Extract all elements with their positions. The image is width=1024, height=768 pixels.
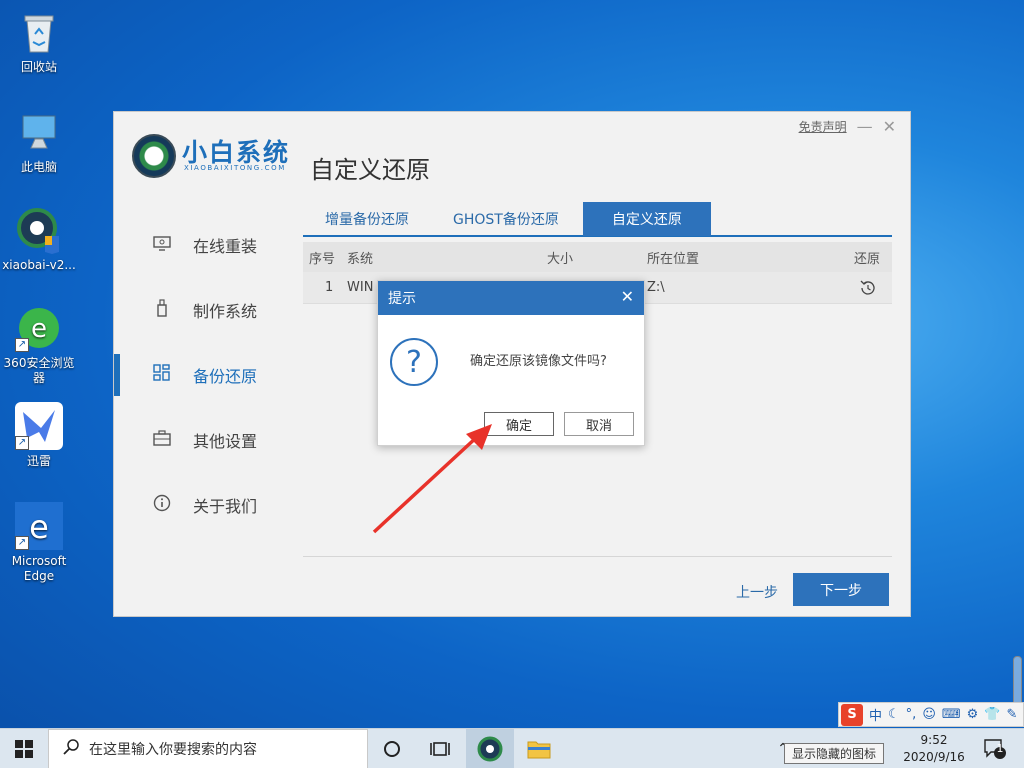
sidebar-item-label: 其他设置 (193, 431, 258, 451)
minimize-button[interactable]: — (857, 117, 873, 136)
dialog-message: 确定还原该镜像文件吗? (470, 354, 607, 369)
close-button[interactable]: ✕ (883, 117, 896, 136)
desktop-icon-label: 此电脑 (20, 160, 57, 174)
brand-url: XIAOBAIXITONG.COM (184, 164, 286, 172)
shortcut-arrow-icon: ↗ (15, 436, 29, 450)
header-seq: 序号 (309, 251, 336, 267)
emoji-icon[interactable]: ☺ (922, 707, 936, 722)
disclaimer-link[interactable]: 免责声明 (799, 118, 847, 135)
sidebar-item-label: 在线重装 (193, 236, 258, 256)
sidebar-nav: 在线重装 制作系统 备份还原 其他设置 关于我们 (114, 212, 304, 537)
tab-custom-restore[interactable]: 自定义还原 (582, 202, 711, 236)
search-icon (63, 739, 79, 759)
action-center-button[interactable]: 1 (980, 729, 1010, 768)
punctuation-icon[interactable]: °, (906, 707, 917, 722)
recycle-bin-icon (15, 8, 63, 56)
taskbar-search-box[interactable]: 在这里输入你要搜索的内容 (48, 729, 368, 768)
ime-toolbar[interactable]: S 中 ☾ °, ☺ ⌨ ⚙ 👕 ✎ (838, 702, 1024, 727)
tab-bar: 增量备份还原 GHOST备份还原 自定义还原 (303, 202, 892, 237)
desktop-icon-label: 迅雷 (26, 454, 51, 468)
cortana-button[interactable] (368, 729, 416, 768)
edge-icon: e ↗ (15, 502, 63, 550)
dialog-header: 提示 ✕ (378, 281, 644, 315)
sidebar-item-other-settings[interactable]: 其他设置 (114, 407, 304, 472)
xunlei-icon: ↗ (15, 402, 63, 450)
tools-icon[interactable]: ⚙ (967, 707, 979, 722)
sogou-icon: S (841, 703, 863, 726)
annotation-arrow-icon (372, 424, 492, 534)
clock-time: 9:52 (920, 733, 948, 747)
desktop-icon-recycle-bin[interactable]: 回收站 (2, 8, 76, 75)
moon-icon[interactable]: ☾ (888, 707, 900, 722)
cell-system: WIN (347, 280, 374, 295)
sidebar-item-label: 关于我们 (193, 496, 258, 516)
svg-text:e: e (29, 508, 49, 546)
clock-date: 2020/9/16 (903, 750, 965, 764)
header-size: 大小 (547, 251, 574, 267)
grid-icon (152, 363, 172, 386)
desktop-icon-xunlei[interactable]: ↗ 迅雷 (2, 402, 76, 469)
xiaobai-icon (15, 206, 63, 254)
desktop-icon-360-browser[interactable]: e ↗ 360安全浏览器 (2, 304, 76, 386)
sidebar-item-label: 备份还原 (193, 366, 258, 386)
desktop-icon-edge[interactable]: e ↗ Microsoft Edge (2, 502, 76, 584)
task-view-icon (430, 742, 450, 756)
restore-icon[interactable] (859, 272, 877, 303)
dialog-close-button[interactable]: ✕ (621, 288, 634, 306)
tray-tooltip: 显示隐藏的图标 (784, 743, 885, 764)
desktop-icon-this-pc[interactable]: 此电脑 (2, 108, 76, 175)
header-restore: 还原 (854, 251, 881, 267)
table-header: 序号 系统 大小 所在位置 还原 (303, 242, 892, 272)
taskbar-app-file-explorer[interactable] (515, 729, 563, 768)
search-placeholder: 在这里输入你要搜索的内容 (89, 742, 257, 758)
sidebar-item-about-us[interactable]: 关于我们 (114, 472, 304, 537)
desktop-icon-label: 360安全浏览器 (3, 356, 75, 385)
page-title: 自定义还原 (310, 156, 430, 184)
cortana-icon (384, 741, 400, 757)
shortcut-arrow-icon: ↗ (15, 338, 29, 352)
notification-badge: 1 (996, 742, 1004, 755)
desktop-icon-xiaobai[interactable]: xiaobai-v2... (2, 206, 76, 273)
start-button[interactable] (0, 729, 48, 768)
browser-360-icon: e ↗ (15, 304, 63, 352)
sidebar-item-label: 制作系统 (193, 301, 258, 321)
windows-icon (15, 740, 33, 758)
window-controls: 免责声明 — ✕ (799, 117, 896, 136)
folder-icon (527, 741, 551, 759)
desktop-icon-label: xiaobai-v2... (2, 258, 76, 272)
footer-divider (303, 556, 892, 557)
cancel-button[interactable]: 取消 (564, 412, 634, 436)
dialog-title: 提示 (388, 291, 416, 307)
svg-text:e: e (31, 314, 47, 344)
wrench-icon[interactable]: ✎ (1006, 707, 1017, 722)
sidebar-item-backup-restore[interactable]: 备份还原 (114, 342, 304, 407)
taskbar-app-xiaobai[interactable] (466, 729, 514, 768)
shortcut-arrow-icon: ↗ (15, 536, 29, 550)
prev-step-button[interactable]: 上一步 (736, 582, 778, 602)
xiaobai-logo (132, 134, 176, 178)
computer-icon (15, 108, 63, 156)
cell-location: Z:\ (647, 280, 665, 295)
xiaobai-icon (477, 736, 503, 762)
skin-icon[interactable]: 👕 (984, 707, 1000, 722)
desktop-icon-label: Microsoft Edge (11, 554, 67, 583)
task-view-button[interactable] (416, 729, 464, 768)
monitor-icon (152, 235, 172, 255)
ime-language[interactable]: 中 (869, 705, 882, 724)
tab-ghost-backup[interactable]: GHOST备份还原 (431, 202, 581, 236)
question-icon: ? (390, 338, 438, 386)
sidebar-item-make-system[interactable]: 制作系统 (114, 277, 304, 342)
sidebar-item-online-reinstall[interactable]: 在线重装 (114, 212, 304, 277)
usb-icon (152, 298, 172, 321)
keyboard-icon[interactable]: ⌨ (942, 707, 961, 722)
cell-seq: 1 (325, 280, 334, 295)
header-location: 所在位置 (647, 251, 700, 267)
desktop-icon-label: 回收站 (20, 60, 57, 74)
header-system: 系统 (347, 251, 374, 267)
briefcase-icon (152, 429, 172, 450)
next-step-button[interactable]: 下一步 (793, 573, 889, 606)
clock[interactable]: 9:52 2020/9/16 (897, 729, 971, 768)
tab-incremental-backup[interactable]: 增量备份还原 (303, 202, 431, 236)
info-icon (152, 494, 172, 516)
